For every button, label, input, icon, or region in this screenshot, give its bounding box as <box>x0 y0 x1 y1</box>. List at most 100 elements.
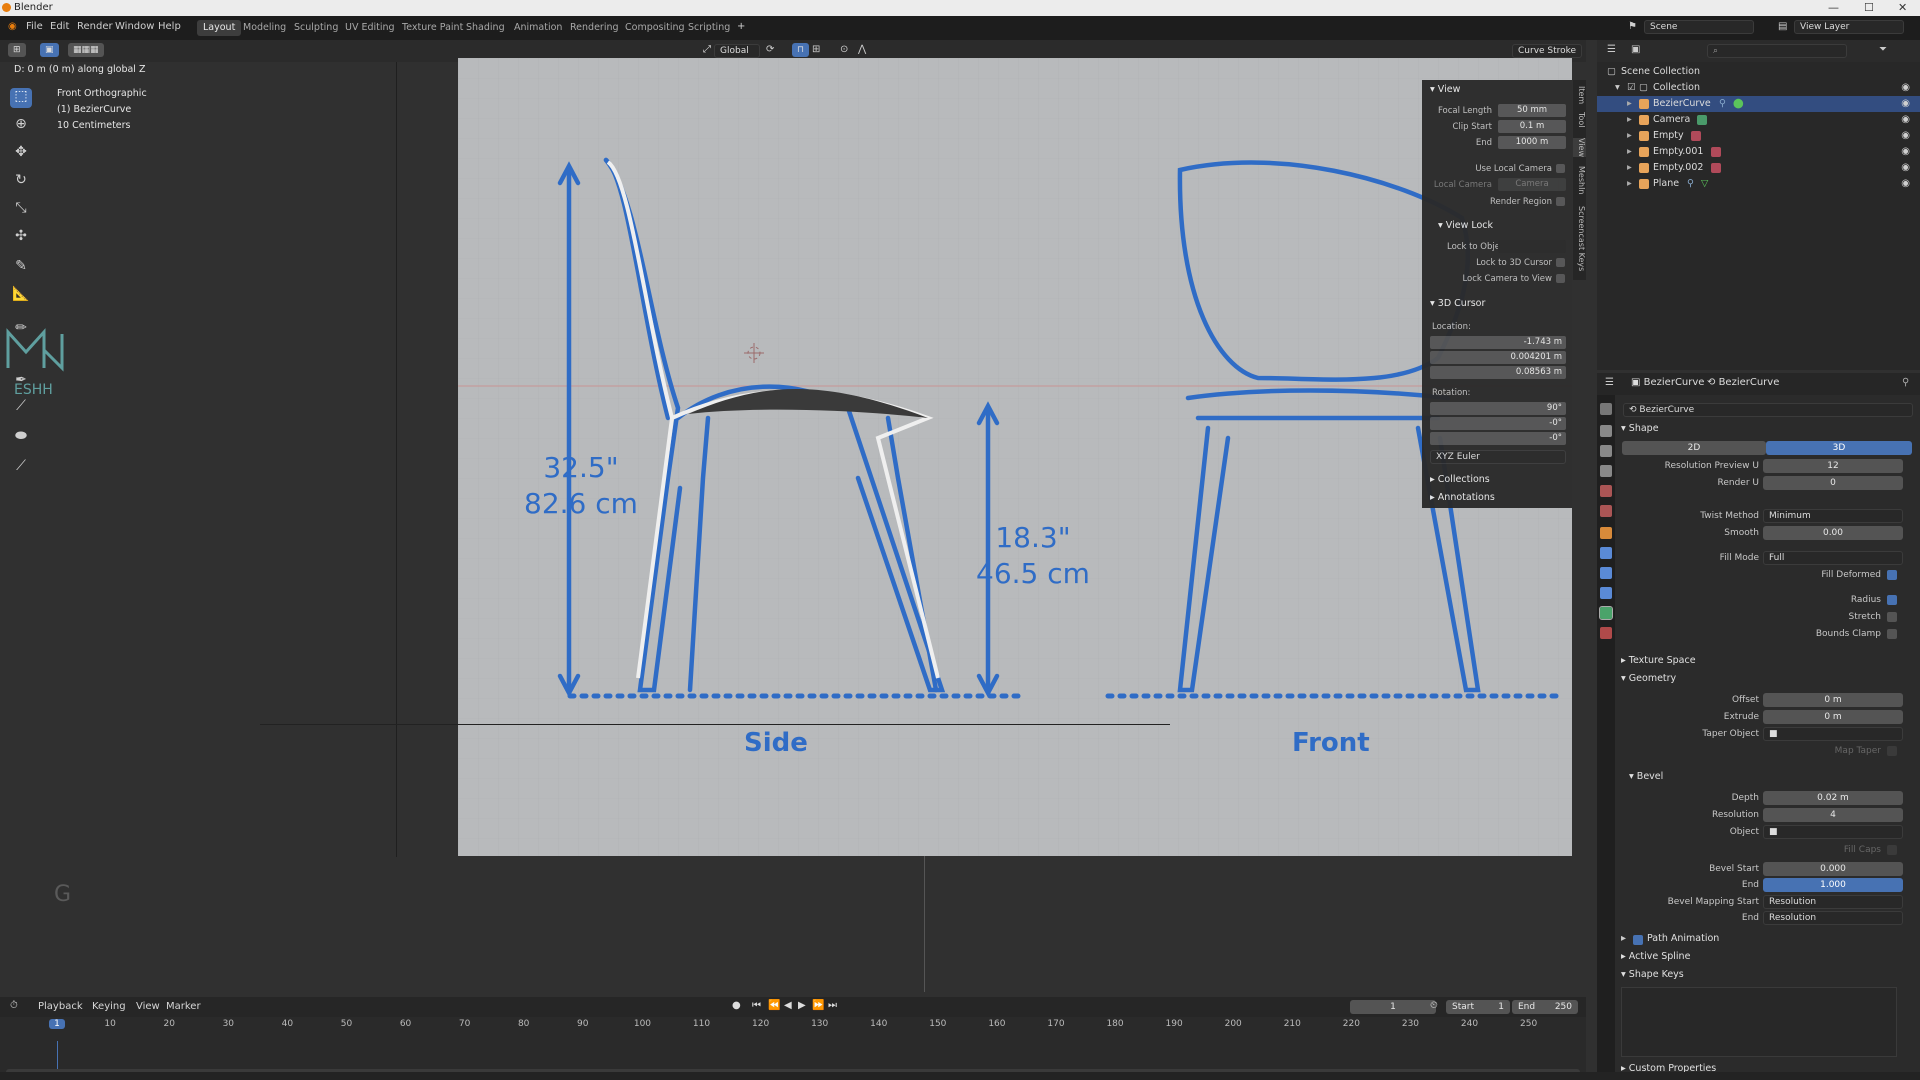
jump-start-icon[interactable]: ⏮ <box>752 1000 761 1011</box>
render-region-checkbox[interactable] <box>1556 197 1565 206</box>
lock-object-field[interactable] <box>1498 240 1566 253</box>
tab-compositing[interactable]: Compositing <box>619 20 691 36</box>
tab-screencast-keys[interactable]: Screencast Keys <box>1573 206 1586 271</box>
modifier-tab-icon[interactable] <box>1600 547 1612 559</box>
pin-icon[interactable]: ⚲ <box>1902 377 1909 388</box>
snap-target-icon[interactable]: ⊞ <box>812 44 820 55</box>
keying-menu[interactable]: Keying <box>92 1001 126 1012</box>
record-icon[interactable]: ● <box>732 1000 741 1011</box>
object-tab-icon[interactable] <box>1600 527 1612 539</box>
view-menu[interactable]: View <box>136 1001 160 1012</box>
rotate-tool-icon[interactable]: ↻ <box>10 172 32 192</box>
bounds-clamp-checkbox[interactable] <box>1887 629 1897 639</box>
outliner-item-empty-001[interactable]: ▸ Empty.001 ◉ <box>1597 144 1920 160</box>
close-icon[interactable]: ✕ <box>1898 1 1907 14</box>
clip-start-field[interactable]: 0.1 m <box>1498 120 1566 133</box>
maximize-icon[interactable]: ☐ <box>1864 1 1874 14</box>
outliner-item-camera[interactable]: ▸ Camera ◉ <box>1597 112 1920 128</box>
shape-keys-section[interactable]: ▾ Shape Keys <box>1621 969 1684 980</box>
local-camera-field[interactable]: Camera <box>1498 178 1566 191</box>
menu-help[interactable]: Help <box>158 21 181 32</box>
outliner-item-empty[interactable]: ▸ Empty ◉ <box>1597 128 1920 144</box>
bevel-object-field[interactable]: ■ <box>1763 825 1903 839</box>
path-animation-checkbox[interactable] <box>1633 935 1643 945</box>
tab-shading[interactable]: Shading <box>460 20 511 36</box>
tab-scripting[interactable]: Scripting <box>682 20 736 36</box>
dimension-3d-button[interactable]: 3D <box>1766 441 1912 455</box>
expand-icon[interactable]: ▾ <box>1615 82 1620 93</box>
jump-end-icon[interactable]: ⏭ <box>828 1000 837 1011</box>
fill-deformed-checkbox[interactable] <box>1887 570 1897 580</box>
prev-key-icon[interactable]: ⏪ <box>768 1000 780 1011</box>
extrude-tool-icon[interactable]: ⟋ <box>10 398 32 418</box>
frame-start-field[interactable]: Start 1 <box>1446 1000 1510 1014</box>
measure-tool-icon[interactable]: 📐 <box>10 286 32 306</box>
map-taper-checkbox[interactable] <box>1887 746 1897 756</box>
collection-row[interactable]: ▾ ☑ ▢ Collection ◉ <box>1597 80 1920 96</box>
tab-texture-paint[interactable]: Texture Paint <box>396 20 469 36</box>
shape-keys-list[interactable] <box>1621 987 1897 1057</box>
reference-image-canvas[interactable]: 32.5" 82.6 cm 18.3" 46.5 cm Side Front <box>458 58 1572 856</box>
offset-field[interactable]: 0 m <box>1763 693 1903 707</box>
playback-menu[interactable]: Playback <box>38 1001 83 1012</box>
texture-space-section[interactable]: ▸ Texture Space <box>1621 655 1696 666</box>
tilt-tool-icon[interactable]: ⟋ <box>10 458 32 478</box>
cursor-tool-icon[interactable]: ⊕ <box>10 116 32 136</box>
outliner-item-empty-002[interactable]: ▸ Empty.002 ◉ <box>1597 160 1920 176</box>
physics-tab-icon[interactable] <box>1600 567 1612 579</box>
eye-icon[interactable]: ◉ <box>1901 162 1910 173</box>
preview-range-icon[interactable]: ⏲ <box>1430 1000 1438 1011</box>
next-key-icon[interactable]: ⏩ <box>812 1000 824 1011</box>
annotate-tool-icon[interactable]: ✎ <box>10 258 32 278</box>
add-workspace-icon[interactable]: + <box>737 21 745 32</box>
rotation-z-field[interactable]: -0° <box>1430 432 1566 445</box>
data-breadcrumb[interactable]: ⟲ BezierCurve <box>1707 377 1779 388</box>
display-mode-icon[interactable]: ▣ <box>1631 44 1640 55</box>
tab-animation[interactable]: Animation <box>508 20 568 36</box>
playhead-line[interactable] <box>57 1041 58 1071</box>
expand-icon[interactable]: ▸ <box>1627 162 1632 173</box>
tab-view[interactable]: View <box>1573 138 1586 157</box>
scene-tab-icon[interactable] <box>1600 485 1612 497</box>
scene-selector[interactable]: Scene <box>1644 20 1754 34</box>
eye-icon[interactable]: ◉ <box>1901 98 1910 109</box>
mapping-end-dropdown[interactable]: Resolution <box>1763 911 1903 925</box>
render-tab-icon[interactable] <box>1600 425 1612 437</box>
editor-type-icon[interactable]: ⊞ <box>8 43 26 57</box>
taper-object-field[interactable]: ■ <box>1763 727 1903 741</box>
tool-tab-icon[interactable] <box>1600 403 1612 415</box>
select-tool-icon[interactable]: ⬚ <box>10 88 32 108</box>
tab-sculpting[interactable]: Sculpting <box>288 20 344 36</box>
geometry-section[interactable]: ▾ Geometry <box>1621 673 1676 684</box>
curve-data-tab-icon[interactable] <box>1599 606 1613 620</box>
pivot-icon[interactable]: ⟳ <box>766 44 774 55</box>
properties-editor-icon[interactable]: ☰ <box>1605 377 1614 388</box>
clip-end-field[interactable]: 1000 m <box>1498 136 1566 149</box>
outliner-item-plane[interactable]: ▸ Plane ⚲ ▽ ◉ <box>1597 176 1920 192</box>
menu-edit[interactable]: Edit <box>50 21 69 32</box>
transform-orientation-dropdown[interactable]: Global <box>714 44 760 58</box>
expand-icon[interactable]: ▸ <box>1627 98 1632 109</box>
tab-layout[interactable]: Layout <box>197 20 242 36</box>
expand-icon[interactable]: ▸ <box>1627 114 1632 125</box>
eye-icon[interactable]: ◉ <box>1901 114 1910 125</box>
tab-item[interactable]: Item <box>1573 86 1586 104</box>
cursor-x-field[interactable]: -1.743 m <box>1430 336 1566 349</box>
curve-stroke-dropdown[interactable]: Curve Stroke <box>1512 44 1582 58</box>
view-lock-header[interactable]: ▾ View Lock <box>1438 220 1493 231</box>
render-u-field[interactable]: 0 <box>1763 476 1903 490</box>
bevel-depth-field[interactable]: 0.02 m <box>1763 791 1903 805</box>
tab-meshin[interactable]: MeshIn <box>1573 166 1586 195</box>
object-breadcrumb[interactable]: ▣ BezierCurve <box>1631 377 1704 388</box>
menu-render[interactable]: Render <box>77 21 113 32</box>
expand-icon[interactable]: ▸ <box>1627 130 1632 141</box>
world-tab-icon[interactable] <box>1600 505 1612 517</box>
current-frame-field[interactable]: 1 <box>1350 1000 1436 1014</box>
marker-menu[interactable]: Marker <box>166 1001 201 1012</box>
output-tab-icon[interactable] <box>1600 445 1612 457</box>
use-local-camera-checkbox[interactable] <box>1556 164 1565 173</box>
move-tool-icon[interactable]: ✥ <box>10 144 32 164</box>
bevel-start-field[interactable]: 0.000 <box>1763 862 1903 876</box>
cursor-z-field[interactable]: 0.08563 m <box>1430 366 1566 379</box>
data-name-field[interactable]: ⟲ BezierCurve <box>1623 403 1913 417</box>
